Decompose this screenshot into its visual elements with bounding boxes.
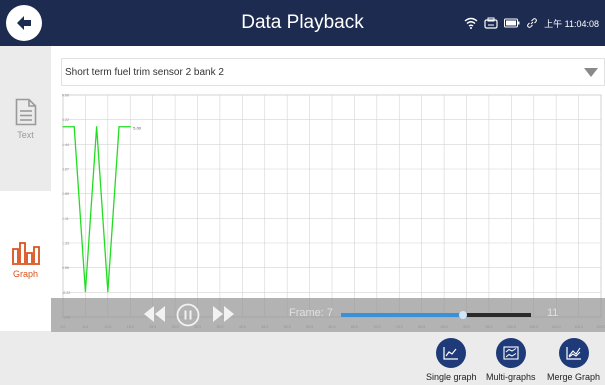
playback-progress xyxy=(341,313,463,317)
link-icon xyxy=(527,18,538,28)
text-document-icon xyxy=(15,98,36,126)
single-graph-icon xyxy=(443,347,459,360)
multi-graphs-icon xyxy=(503,346,519,360)
top-bar: Data Playback 上午 11:04:08 xyxy=(0,0,605,46)
rewind-icon[interactable] xyxy=(141,304,167,324)
vci-connector-icon xyxy=(484,17,498,29)
wifi-icon xyxy=(464,17,478,29)
data-point xyxy=(84,291,87,293)
merge-graph-button[interactable]: Merge Graph xyxy=(547,338,600,382)
data-point xyxy=(107,291,109,293)
sidebar-item-text[interactable]: Text xyxy=(0,98,51,186)
sidebar: Text Graph xyxy=(0,46,51,332)
fast-forward-icon[interactable] xyxy=(211,304,237,324)
series-line xyxy=(63,126,131,292)
single-graph-button[interactable]: Single graph xyxy=(426,338,477,382)
line-chart: 6.005.224.443.672.892.111.330.56-0.22-1.… xyxy=(61,94,605,330)
merge-graph-icon xyxy=(565,347,581,360)
main-panel: Short term fuel trim sensor 2 bank 2 6.0… xyxy=(51,46,605,332)
data-point xyxy=(118,126,120,128)
chevron-down-icon xyxy=(584,68,598,77)
data-point xyxy=(62,126,64,128)
frame-label: Frame: 7 xyxy=(289,307,334,319)
pause-icon[interactable] xyxy=(176,303,200,327)
data-point xyxy=(129,126,131,128)
data-point xyxy=(96,126,98,128)
battery-icon xyxy=(504,18,520,28)
clock: 上午 11:04:08 xyxy=(544,18,599,29)
slider-handle[interactable] xyxy=(458,311,467,319)
sidebar-item-graph[interactable]: Graph xyxy=(0,191,51,331)
multi-graphs-label: Multi-graphs xyxy=(486,372,536,382)
status-bar: 上午 11:04:08 xyxy=(464,0,599,46)
multi-graphs-circle xyxy=(495,338,526,368)
frame-total: 11 xyxy=(547,307,559,319)
value-label: 5.00 xyxy=(133,126,142,131)
sidebar-item-label: Text xyxy=(17,130,34,140)
bottom-toolbar: Single graph Multi-graphs Merge Graph xyxy=(0,332,605,385)
playback-slider[interactable] xyxy=(341,311,531,319)
merge-graph-label: Merge Graph xyxy=(547,372,601,382)
playback-bar: Frame: 7 11 xyxy=(51,298,605,332)
single-graph-label: Single graph xyxy=(426,372,477,382)
parameter-select[interactable]: Short term fuel trim sensor 2 bank 2 xyxy=(61,58,605,86)
merge-graph-circle xyxy=(558,338,589,368)
parameter-select-value: Short term fuel trim sensor 2 bank 2 xyxy=(65,67,224,78)
sidebar-item-label: Graph xyxy=(12,269,38,279)
single-graph-circle xyxy=(436,338,467,368)
multi-graphs-button[interactable]: Multi-graphs xyxy=(486,338,536,382)
data-point xyxy=(73,126,75,128)
bar-graph-icon xyxy=(11,242,40,265)
